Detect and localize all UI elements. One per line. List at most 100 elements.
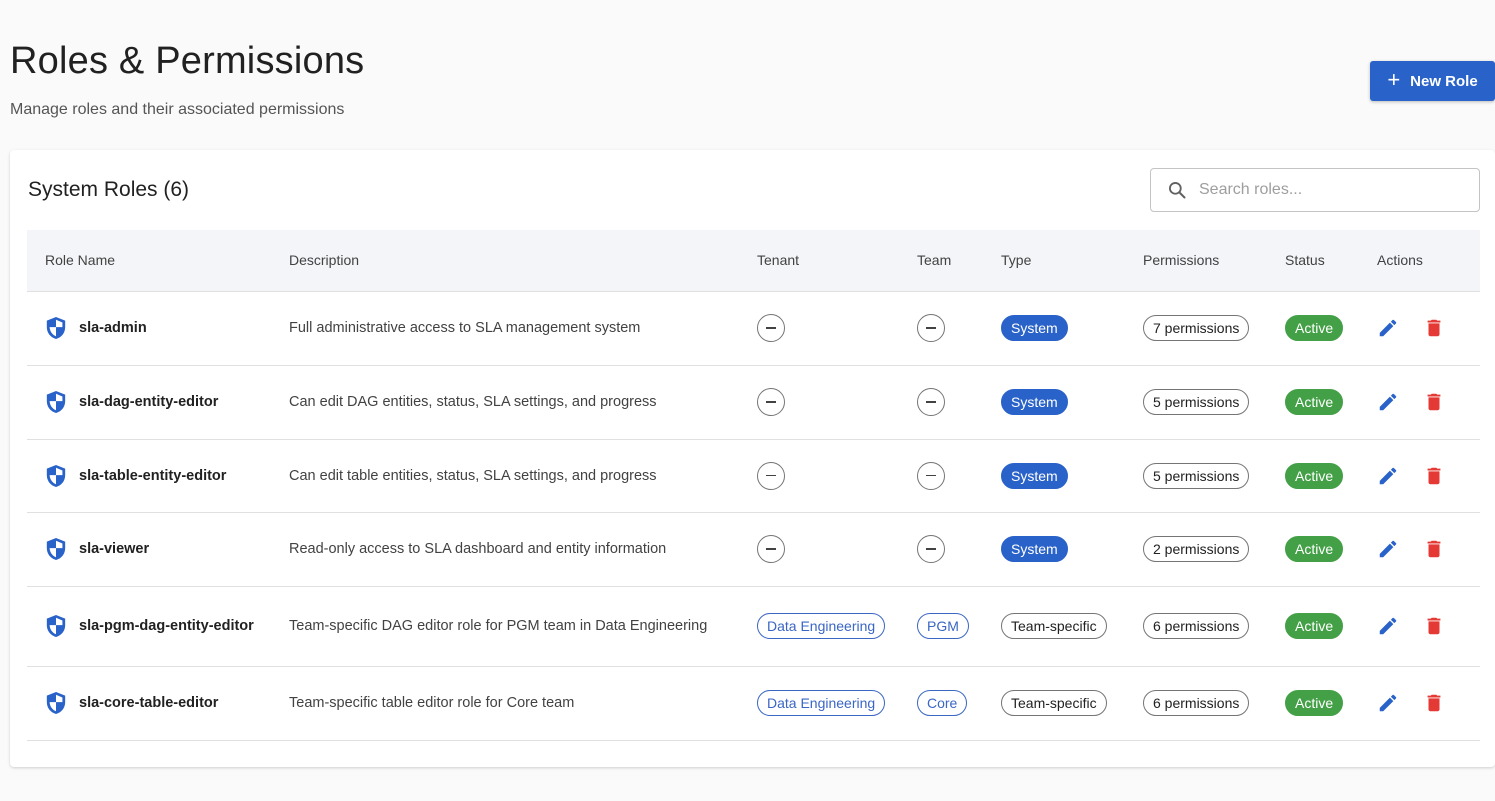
delete-button[interactable] (1423, 692, 1445, 714)
status-cell: Active (1285, 439, 1377, 512)
pencil-icon (1379, 393, 1397, 411)
column-header: Role Name (27, 230, 289, 292)
actions-cell (1377, 666, 1480, 740)
role-name-cell: sla-viewer (27, 512, 289, 586)
tenant-chip: Data Engineering (757, 690, 886, 716)
table-row: sla-viewer Read-only access to SLA dashb… (27, 512, 1480, 586)
column-header: Status (1285, 230, 1377, 292)
status-badge: Active (1285, 690, 1344, 716)
shield-icon (46, 538, 66, 560)
type-cell: Team-specific (1001, 586, 1143, 666)
status-cell: Active (1285, 512, 1377, 586)
shield-icon (46, 615, 66, 637)
type-chip: System (1001, 315, 1068, 341)
description-cell: Team-specific table editor role for Core… (289, 666, 757, 740)
status-badge: Active (1285, 613, 1344, 639)
roles-table: Role Name Description Tenant Team Type P… (27, 230, 1480, 741)
pencil-icon (1379, 319, 1397, 337)
trash-icon (1427, 540, 1441, 558)
table-row: sla-admin Full administrative access to … (27, 291, 1480, 365)
dash-icon (917, 314, 945, 342)
shield-icon (46, 391, 66, 413)
trash-icon (1427, 319, 1441, 337)
permissions-chip[interactable]: 5 permissions (1143, 389, 1250, 415)
edit-button[interactable] (1377, 391, 1399, 413)
actions-cell (1377, 439, 1480, 512)
trash-icon (1427, 617, 1441, 635)
role-name-cell: sla-admin (27, 291, 289, 365)
permissions-chip[interactable]: 2 permissions (1143, 536, 1250, 562)
page-subtitle: Manage roles and their associated permis… (10, 101, 345, 118)
status-badge: Active (1285, 389, 1344, 415)
column-header: Team (917, 230, 1001, 292)
table-row: sla-table-entity-editor Can edit table e… (27, 439, 1480, 512)
table-row: sla-core-table-editor Team-specific tabl… (27, 666, 1480, 740)
search-icon (1169, 182, 1186, 199)
role-description: Team-specific table editor role for Core… (289, 695, 575, 711)
table-header-row: Role Name Description Tenant Team Type P… (27, 230, 1480, 292)
roles-card: System Roles (6) Role Name Description T… (10, 150, 1495, 767)
type-chip: System (1001, 389, 1068, 415)
dash-icon (917, 388, 945, 416)
delete-button[interactable] (1423, 615, 1445, 637)
shield-icon (46, 692, 66, 714)
description-cell: Full administrative access to SLA manage… (289, 291, 757, 365)
team-cell (917, 439, 1001, 512)
description-cell: Team-specific DAG editor role for PGM te… (289, 586, 757, 666)
actions-cell (1377, 365, 1480, 439)
delete-button[interactable] (1423, 465, 1445, 487)
type-cell: System (1001, 439, 1143, 512)
delete-button[interactable] (1423, 317, 1445, 339)
dash-icon (757, 535, 785, 563)
card-title: System Roles (6) (28, 178, 190, 201)
description-cell: Can edit DAG entities, status, SLA setti… (289, 365, 757, 439)
edit-button[interactable] (1377, 538, 1399, 560)
dash-icon (757, 314, 785, 342)
delete-button[interactable] (1423, 391, 1445, 413)
type-chip: System (1001, 462, 1068, 489)
team-cell (917, 365, 1001, 439)
permissions-cell: 5 permissions (1143, 365, 1285, 439)
permissions-chip[interactable]: 6 permissions (1143, 613, 1250, 639)
pencil-icon (1379, 540, 1397, 558)
search-input[interactable] (1199, 181, 1459, 199)
edit-button[interactable] (1377, 465, 1399, 487)
table-row: sla-pgm-dag-entity-editor Team-specific … (27, 586, 1480, 666)
type-cell: Team-specific (1001, 666, 1143, 740)
delete-button[interactable] (1423, 538, 1445, 560)
role-description: Team-specific DAG editor role for PGM te… (289, 618, 708, 634)
type-chip: Team-specific (1001, 690, 1107, 716)
pencil-icon (1379, 467, 1397, 484)
dash-icon (917, 535, 945, 563)
permissions-chip[interactable]: 7 permissions (1143, 315, 1250, 341)
role-name: sla-table-entity-editor (79, 467, 227, 484)
search-box[interactable] (1150, 168, 1480, 212)
type-cell: System (1001, 512, 1143, 586)
role-name: sla-viewer (79, 541, 150, 557)
tenant-chip: Data Engineering (757, 613, 886, 639)
column-header: Actions (1377, 230, 1480, 292)
type-chip: Team-specific (1001, 613, 1107, 639)
role-description: Can edit DAG entities, status, SLA setti… (289, 394, 657, 410)
new-role-button[interactable]: + New Role (1370, 61, 1495, 101)
trash-icon (1427, 694, 1441, 712)
edit-button[interactable] (1377, 317, 1399, 339)
role-name-cell: sla-core-table-editor (27, 666, 289, 740)
role-name: sla-admin (79, 320, 147, 336)
plus-icon: + (1387, 67, 1401, 92)
trash-icon (1427, 393, 1441, 411)
tenant-cell (757, 365, 917, 439)
type-cell: System (1001, 291, 1143, 365)
dash-icon (757, 461, 785, 490)
shield-icon (46, 317, 66, 339)
tenant-cell: Data Engineering (757, 666, 917, 740)
team-cell (917, 291, 1001, 365)
permissions-chip[interactable]: 5 permissions (1143, 462, 1250, 489)
permissions-cell: 6 permissions (1143, 666, 1285, 740)
team-chip: Core (917, 690, 968, 716)
edit-button[interactable] (1377, 692, 1399, 714)
role-description: Can edit table entities, status, SLA set… (289, 467, 657, 484)
permissions-chip[interactable]: 6 permissions (1143, 690, 1250, 716)
permissions-cell: 6 permissions (1143, 586, 1285, 666)
edit-button[interactable] (1377, 615, 1399, 637)
